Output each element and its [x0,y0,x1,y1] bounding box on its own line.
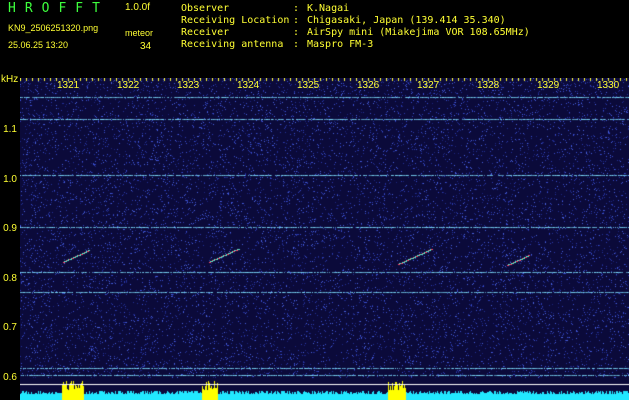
y-tick-label: 0.9 [3,223,17,234]
y-axis-unit: kHz [1,74,19,85]
info-row-observer: Observer: K.Nagai [181,3,349,14]
info-value: K.Nagai [307,3,350,14]
meteor-count-value: 34 [140,41,152,52]
x-tick-label: 1327 [417,80,440,91]
info-value: Maspro FM-3 [307,39,374,50]
info-separator: : [293,27,300,38]
info-separator: : [293,39,300,50]
y-tick-label: 0.8 [3,273,17,284]
info-label: Receiving antenna [181,39,284,50]
x-tick-label: 1326 [357,80,380,91]
y-tick-label: 0.7 [3,322,17,333]
info-label: Receiving Location [181,15,290,26]
app-version: 1.0.0f [125,2,151,13]
x-tick-label: 1328 [477,80,500,91]
info-value: Chigasaki, Japan (139.414 35.340) [307,15,506,26]
info-row-location: Receiving Location: Chigasaki, Japan (139… [181,15,506,26]
info-label: Observer [181,3,230,14]
x-tick-label: 1322 [117,80,140,91]
x-tick-label: 1324 [237,80,260,91]
y-tick-label: 0.6 [3,372,17,383]
x-tick-label: 1330 [597,80,620,91]
spectrogram-canvas[interactable] [20,78,629,400]
info-row-receiver: Receiver: AirSpy mini (Miakejima VOR 108.… [181,27,530,38]
image-filename: KN9_2506251320.png [8,23,99,33]
capture-timestamp: 25.06.25 13:20 [8,40,69,50]
x-tick-label: 1325 [297,80,320,91]
info-row-antenna: Receiving antenna: Maspro FM-3 [181,39,373,50]
y-tick-label: 1.1 [3,124,17,135]
info-value: AirSpy mini (Miakejima VOR 108.65MHz) [307,27,530,38]
info-separator: : [293,15,300,26]
x-tick-label: 1321 [57,80,80,91]
x-tick-label: 1323 [177,80,200,91]
y-tick-label: 1.0 [3,174,17,185]
x-tick-label: 1329 [537,80,560,91]
meteor-count-label: meteor [125,28,154,38]
info-label: Receiver [181,27,230,38]
info-separator: : [293,3,300,14]
app-title: HROFFT [8,1,109,16]
